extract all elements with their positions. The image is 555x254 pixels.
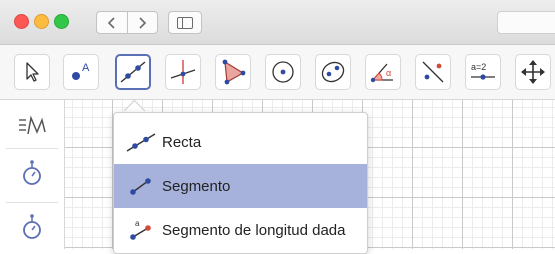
line-icon bbox=[120, 61, 146, 83]
minimize-window-button[interactable] bbox=[34, 14, 49, 29]
sidebar-icon bbox=[177, 16, 193, 29]
reflect-icon bbox=[422, 61, 444, 83]
close-window-button[interactable] bbox=[14, 14, 29, 29]
polygon-icon bbox=[222, 59, 246, 85]
back-icon bbox=[107, 16, 115, 29]
side-panel bbox=[0, 100, 65, 249]
menu-item-recta[interactable]: Recta bbox=[114, 120, 367, 164]
tool-bar: A α a=2 bbox=[0, 45, 555, 100]
algebra-icon bbox=[19, 115, 46, 135]
menu-item-label: Segmento bbox=[162, 177, 231, 195]
line-tool-icon bbox=[126, 129, 156, 155]
line-tool-button[interactable] bbox=[115, 54, 151, 90]
menu-item-segmento[interactable]: Segmento bbox=[114, 164, 367, 208]
move-view-icon bbox=[521, 60, 545, 84]
svg-text:a: a bbox=[135, 219, 140, 228]
forward-icon bbox=[139, 16, 147, 29]
circle-center-icon bbox=[272, 61, 294, 83]
back-button[interactable] bbox=[97, 12, 127, 33]
polygon-tool-button[interactable] bbox=[215, 54, 251, 90]
segment-tool-icon bbox=[126, 173, 156, 199]
sidebar-toggle-button[interactable] bbox=[168, 11, 202, 34]
algebra-view-button[interactable] bbox=[0, 114, 64, 138]
slider-tool-button[interactable]: a=2 bbox=[465, 54, 501, 90]
move-view-tool-button[interactable] bbox=[515, 54, 551, 90]
address-bar[interactable] bbox=[497, 11, 555, 34]
angle-label: α bbox=[386, 68, 391, 78]
forward-button[interactable] bbox=[126, 12, 158, 33]
tools-icon bbox=[23, 160, 41, 185]
circle-tool-button[interactable] bbox=[265, 54, 301, 90]
arrow-pointer-icon bbox=[26, 62, 39, 82]
point-label: A bbox=[82, 62, 90, 74]
ellipse-tool-button[interactable] bbox=[315, 54, 351, 90]
side-panel-divider bbox=[6, 202, 58, 203]
point-icon: A bbox=[72, 62, 90, 80]
window-titlebar bbox=[0, 0, 555, 45]
ellipse-icon bbox=[321, 61, 345, 83]
menu-item-segmento-longitud-dada[interactable]: a Segmento de longitud dada bbox=[114, 208, 367, 252]
slider-label: a=2 bbox=[471, 62, 486, 72]
tools-icon bbox=[23, 214, 41, 239]
reflect-tool-button[interactable] bbox=[415, 54, 451, 90]
tools-view-button[interactable] bbox=[0, 214, 64, 240]
tools-view-button[interactable] bbox=[0, 160, 64, 186]
perpendicular-icon bbox=[170, 60, 196, 84]
point-tool-button[interactable]: A bbox=[63, 54, 99, 90]
slider-icon: a=2 bbox=[471, 62, 495, 80]
side-panel-divider bbox=[6, 148, 58, 149]
zoom-window-button[interactable] bbox=[54, 14, 69, 29]
segment-fixed-length-icon: a bbox=[126, 217, 156, 243]
move-tool-button[interactable] bbox=[14, 54, 50, 90]
angle-icon: α bbox=[370, 63, 393, 83]
perpendicular-tool-button[interactable] bbox=[165, 54, 201, 90]
angle-tool-button[interactable]: α bbox=[365, 54, 401, 90]
menu-item-label: Recta bbox=[162, 133, 202, 151]
history-nav-group bbox=[96, 11, 158, 34]
menu-item-label: Segmento de longitud dada bbox=[162, 221, 346, 239]
line-tools-dropdown: Recta Segmento a Segmento de longitud da… bbox=[113, 112, 368, 254]
